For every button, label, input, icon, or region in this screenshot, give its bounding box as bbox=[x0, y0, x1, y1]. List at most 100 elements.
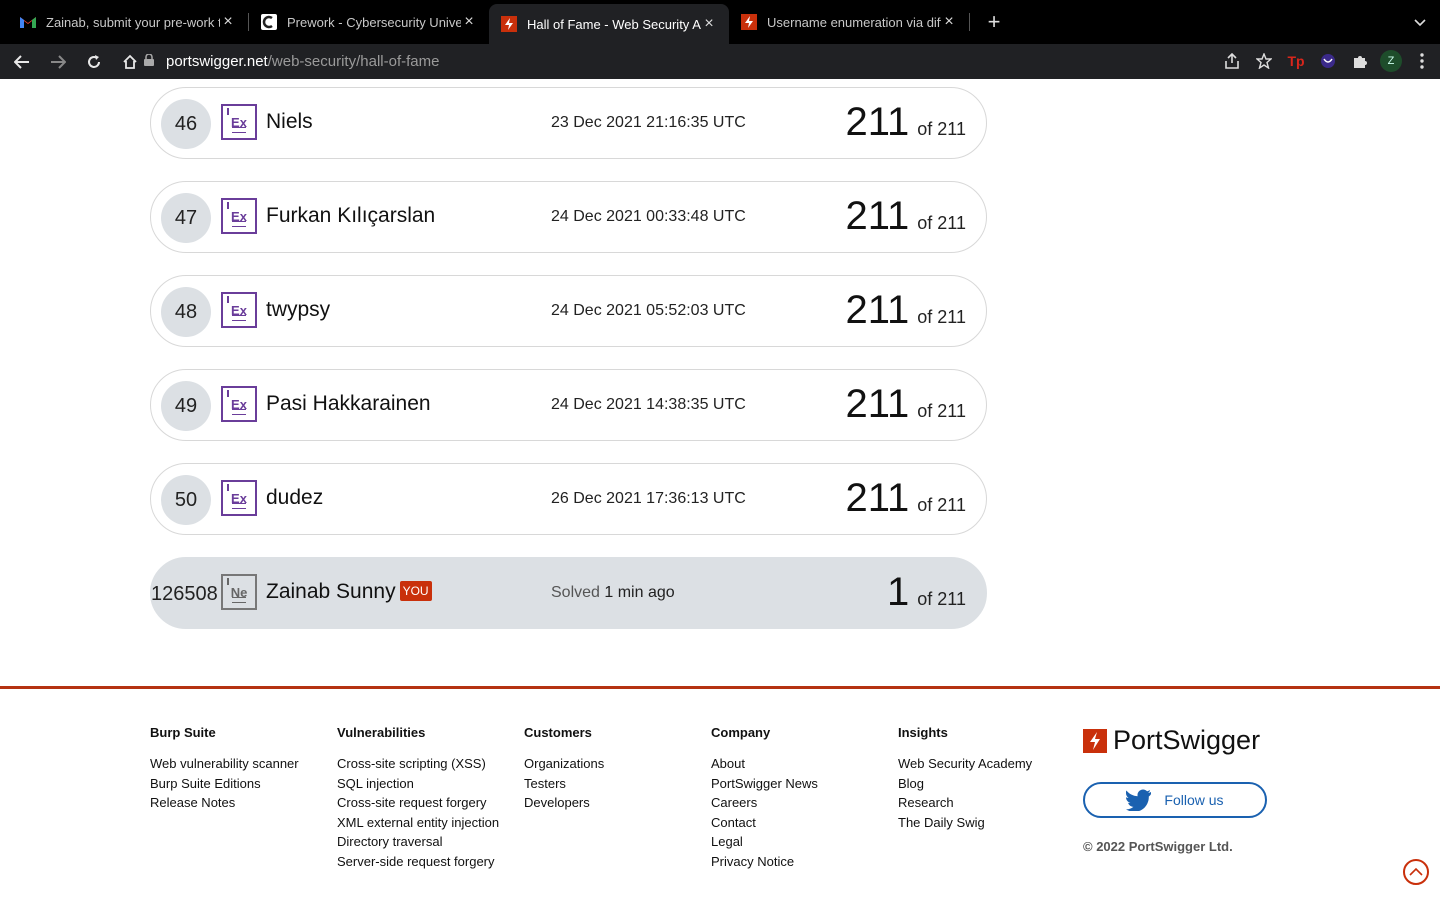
score: 211 of 211 bbox=[846, 100, 967, 145]
close-icon[interactable]: × bbox=[220, 13, 236, 31]
brand-name: PortSwigger bbox=[1113, 725, 1261, 755]
close-icon[interactable]: × bbox=[941, 13, 957, 31]
completion-date: 23 Dec 2021 21:16:35 UTC bbox=[551, 114, 746, 131]
leaderboard-row: 48 Ex twypsy 24 Dec 2021 05:52:03 UTC 21… bbox=[150, 275, 987, 347]
page-content: 46 Ex Niels 23 Dec 2021 21:16:35 UTC 211… bbox=[0, 79, 1440, 900]
footer-link[interactable]: Blog bbox=[898, 774, 1032, 794]
footer-link[interactable]: XML external entity injection bbox=[337, 813, 499, 833]
current-user-name-wrap: Zainab Sunny YOU bbox=[266, 580, 432, 604]
close-icon[interactable]: × bbox=[701, 15, 717, 33]
solved-count: 211 bbox=[845, 382, 910, 426]
codepath-icon bbox=[261, 14, 277, 30]
close-icon[interactable]: × bbox=[461, 13, 477, 31]
footer-link[interactable]: Web vulnerability scanner bbox=[150, 754, 299, 774]
footer-link[interactable]: Cross-site request forgery bbox=[337, 793, 499, 813]
footer-link[interactable]: Careers bbox=[711, 793, 818, 813]
user-name: Niels bbox=[266, 110, 313, 133]
expert-level-badge-icon: Ex bbox=[221, 292, 257, 328]
twitter-follow-button[interactable]: Follow us bbox=[1083, 782, 1267, 818]
novice-level-badge-icon: Ne bbox=[221, 574, 257, 610]
solved-count: 1 bbox=[887, 570, 910, 614]
completion-date: 24 Dec 2021 05:52:03 UTC bbox=[551, 302, 746, 319]
leaderboard-row: 49 Ex Pasi Hakkarainen 24 Dec 2021 14:38… bbox=[150, 369, 987, 441]
portswigger-logo[interactable]: PortSwigger bbox=[1083, 725, 1260, 756]
footer-column-customers: Customers Organizations Testers Develope… bbox=[524, 725, 604, 813]
tab-hall-of-fame[interactable]: Hall of Fame - Web Security Ac × bbox=[489, 4, 729, 44]
twitter-bird-icon bbox=[1126, 789, 1152, 811]
url-host: portswigger.net bbox=[166, 52, 268, 70]
address-bar[interactable]: portswigger.net/web-security/hall-of-fam… bbox=[144, 46, 1240, 76]
extension-shield-icon[interactable] bbox=[1316, 49, 1340, 73]
footer-link[interactable]: The Daily Swig bbox=[898, 813, 1032, 833]
footer-link[interactable]: About bbox=[711, 754, 818, 774]
tab-search-chevron-icon[interactable] bbox=[1414, 14, 1426, 30]
browser-toolbar: portswigger.net/web-security/hall-of-fam… bbox=[0, 44, 1440, 79]
footer-link[interactable]: Release Notes bbox=[150, 793, 299, 813]
leaderboard-row: 46 Ex Niels 23 Dec 2021 21:16:35 UTC 211… bbox=[150, 87, 987, 159]
tab-codepath[interactable]: Prework - Cybersecurity Unive × bbox=[249, 4, 489, 40]
home-icon[interactable] bbox=[114, 46, 146, 78]
tab-username-enumeration[interactable]: Username enumeration via diffe × bbox=[729, 4, 969, 40]
solved-time: 1 min ago bbox=[604, 584, 675, 601]
footer-column-insights: Insights Web Security Academy Blog Resea… bbox=[898, 725, 1032, 832]
tab-title: Prework - Cybersecurity Unive bbox=[287, 14, 461, 30]
new-tab-button[interactable]: + bbox=[974, 4, 1014, 40]
portswigger-icon bbox=[501, 16, 517, 32]
tab-title: Username enumeration via diffe bbox=[767, 14, 941, 30]
total-count: of 211 bbox=[917, 495, 966, 515]
kebab-menu-icon[interactable] bbox=[1410, 49, 1434, 73]
site-footer: Burp Suite Web vulnerability scanner Bur… bbox=[0, 686, 1440, 900]
share-icon[interactable] bbox=[1220, 49, 1244, 73]
footer-link[interactable]: Web Security Academy bbox=[898, 754, 1032, 774]
footer-link[interactable]: Organizations bbox=[524, 754, 604, 774]
total-count: of 211 bbox=[917, 119, 966, 139]
footer-link[interactable]: Burp Suite Editions bbox=[150, 774, 299, 794]
tab-gmail[interactable]: Zainab, submit your pre-work t × bbox=[8, 4, 248, 40]
gmail-icon bbox=[20, 14, 36, 30]
footer-link[interactable]: Directory traversal bbox=[337, 832, 499, 852]
footer-heading: Vulnerabilities bbox=[337, 725, 426, 740]
lock-icon[interactable] bbox=[144, 52, 154, 69]
reload-icon[interactable] bbox=[78, 46, 110, 78]
footer-link[interactable]: SQL injection bbox=[337, 774, 499, 794]
you-badge: YOU bbox=[399, 581, 432, 601]
footer-heading: Insights bbox=[898, 725, 948, 740]
expert-level-badge-icon: Ex bbox=[221, 386, 257, 422]
footer-link[interactable]: Developers bbox=[524, 793, 604, 813]
footer-link[interactable]: Legal bbox=[711, 832, 818, 852]
leaderboard-row: 50 Ex dudez 26 Dec 2021 17:36:13 UTC 211… bbox=[150, 463, 987, 535]
solved-count: 211 bbox=[845, 288, 910, 332]
footer-link[interactable]: Testers bbox=[524, 774, 604, 794]
solved-count: 211 bbox=[845, 194, 910, 238]
score: 211 of 211 bbox=[846, 194, 967, 239]
user-name: Furkan Kılıçarslan bbox=[266, 204, 436, 227]
footer-link[interactable]: Server-side request forgery bbox=[337, 852, 499, 872]
footer-heading: Burp Suite bbox=[150, 725, 216, 740]
footer-link[interactable]: Contact bbox=[711, 813, 818, 833]
solved-label: Solved bbox=[551, 584, 600, 601]
tab-title: Zainab, submit your pre-work t bbox=[46, 14, 220, 30]
footer-link[interactable]: Research bbox=[898, 793, 1032, 813]
forward-arrow-icon[interactable] bbox=[42, 46, 74, 78]
rank-circle: 48 bbox=[161, 287, 211, 337]
completion-date: 26 Dec 2021 17:36:13 UTC bbox=[551, 490, 746, 507]
puzzle-icon[interactable] bbox=[1348, 49, 1372, 73]
star-icon[interactable] bbox=[1252, 49, 1276, 73]
footer-link[interactable]: Cross-site scripting (XSS) bbox=[337, 754, 499, 774]
profile-avatar[interactable]: Z bbox=[1380, 50, 1402, 72]
extension-tp-icon[interactable]: Tp bbox=[1284, 49, 1308, 73]
expert-level-badge-icon: Ex bbox=[221, 480, 257, 516]
scroll-to-top-icon[interactable] bbox=[1403, 859, 1429, 885]
footer-link[interactable]: PortSwigger News bbox=[711, 774, 818, 794]
score: 211 of 211 bbox=[846, 288, 967, 333]
total-count: of 211 bbox=[917, 589, 966, 609]
footer-link[interactable]: Privacy Notice bbox=[711, 852, 818, 872]
back-arrow-icon[interactable] bbox=[6, 46, 38, 78]
leaderboard-row: 47 Ex Furkan Kılıçarslan 24 Dec 2021 00:… bbox=[150, 181, 987, 253]
score: 211 of 211 bbox=[846, 476, 967, 521]
footer-column-burp-suite: Burp Suite Web vulnerability scanner Bur… bbox=[150, 725, 299, 813]
rank-circle: 49 bbox=[161, 381, 211, 431]
portswigger-bolt-icon bbox=[1083, 728, 1107, 753]
solved-status: Solved 1 min ago bbox=[551, 584, 675, 602]
rank-circle: 50 bbox=[161, 475, 211, 525]
